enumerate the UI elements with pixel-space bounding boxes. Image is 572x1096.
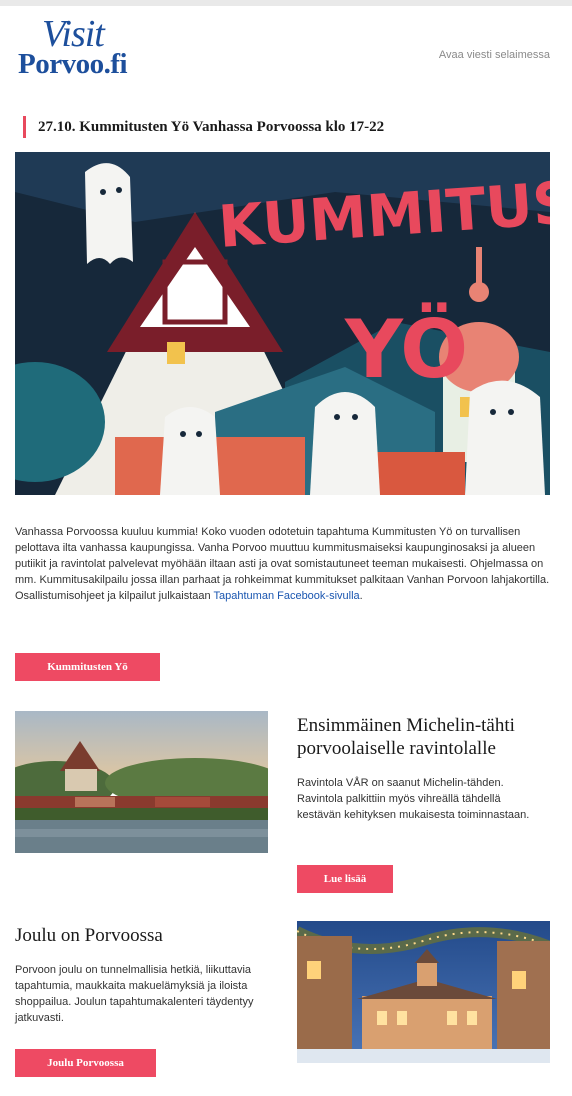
christmas-article-title: Joulu on Porvoossa	[15, 925, 163, 946]
facebook-page-link[interactable]: Tapahtuman Facebook-sivulla	[214, 590, 360, 602]
read-more-button[interactable]: Lue lisää	[297, 865, 393, 893]
hero-title-line-2: YÖ	[344, 302, 468, 396]
logo-line-2: Porvoo.fi	[18, 48, 128, 80]
michelin-article-title: Ensimmäinen Michelin-tähti porvoolaisell…	[297, 715, 515, 759]
christmas-square-image[interactable]	[297, 921, 550, 1063]
ghost-night-button[interactable]: Kummitusten Yö	[15, 653, 160, 681]
porvoo-riverside-image[interactable]	[15, 711, 268, 853]
riverside-illustration	[15, 711, 268, 853]
christmas-illustration	[297, 921, 550, 1063]
michelin-article-text: Ravintola VÅR on saanut Michelin-tähden.…	[297, 777, 530, 821]
intro-paragraph: Vanhassa Porvoossa kuuluu kummia! Koko v…	[15, 524, 550, 604]
ghost-night-hero-image[interactable]: KUMMITUSTEN YÖ	[15, 152, 550, 495]
email-body: Visit Porvoo.fi Avaa viesti selaimessa 2…	[0, 6, 572, 1096]
hero-illustration: KUMMITUSTEN YÖ	[15, 152, 550, 495]
christmas-in-porvoo-button[interactable]: Joulu Porvoossa	[15, 1049, 156, 1077]
open-in-browser-link[interactable]: Avaa viesti selaimessa	[439, 49, 550, 61]
intro-end: .	[359, 590, 363, 602]
event-headline: 27.10. Kummitusten Yö Vanhassa Porvoossa…	[23, 116, 384, 138]
christmas-article-text: Porvoon joulu on tunnelmallisia hetkiä, …	[15, 964, 254, 1024]
visit-porvoo-logo[interactable]: Visit Porvoo.fi	[18, 12, 178, 84]
